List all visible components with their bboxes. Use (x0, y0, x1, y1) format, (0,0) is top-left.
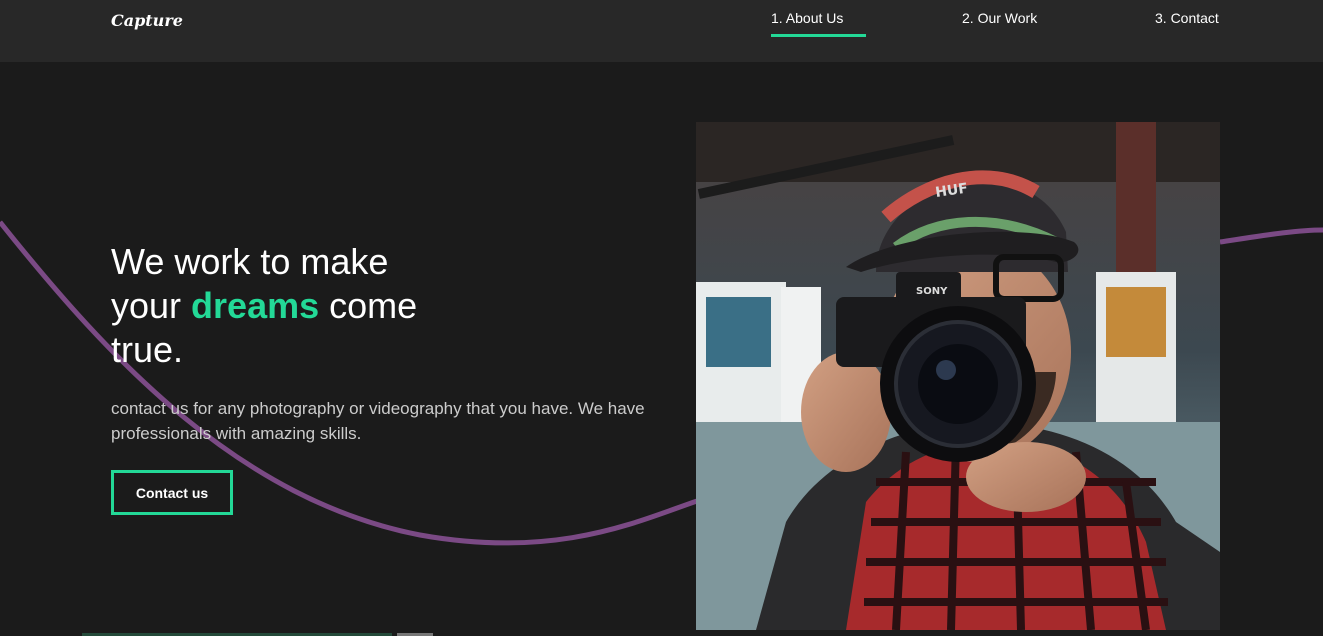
navbar: Capture 1. About Us 2. Our Work 3. Conta… (0, 0, 1323, 62)
headline-line-1: We work to make (111, 241, 389, 282)
hero-photo: HUF SONY (696, 122, 1220, 630)
bottom-scroll-indicator (0, 630, 1323, 636)
headline-come: come (329, 285, 418, 326)
contact-us-button[interactable]: Contact us (111, 470, 233, 515)
headline-your: your (111, 285, 182, 326)
logo[interactable]: Capture (111, 11, 183, 30)
hero-description: contact us for any photography or videog… (111, 399, 645, 443)
nav-link-our-work[interactable]: 2. Our Work (962, 10, 1037, 26)
nav-link-about-us[interactable]: 1. About Us (771, 10, 843, 26)
hero-headline: We work to make your dreams come true. (111, 240, 531, 372)
nav-link-contact[interactable]: 3. Contact (1155, 10, 1219, 26)
headline-accent: dreams (191, 285, 320, 326)
headline-line-3: true. (111, 329, 184, 370)
camera-brand: SONY (916, 286, 948, 297)
active-nav-underline (771, 34, 866, 37)
